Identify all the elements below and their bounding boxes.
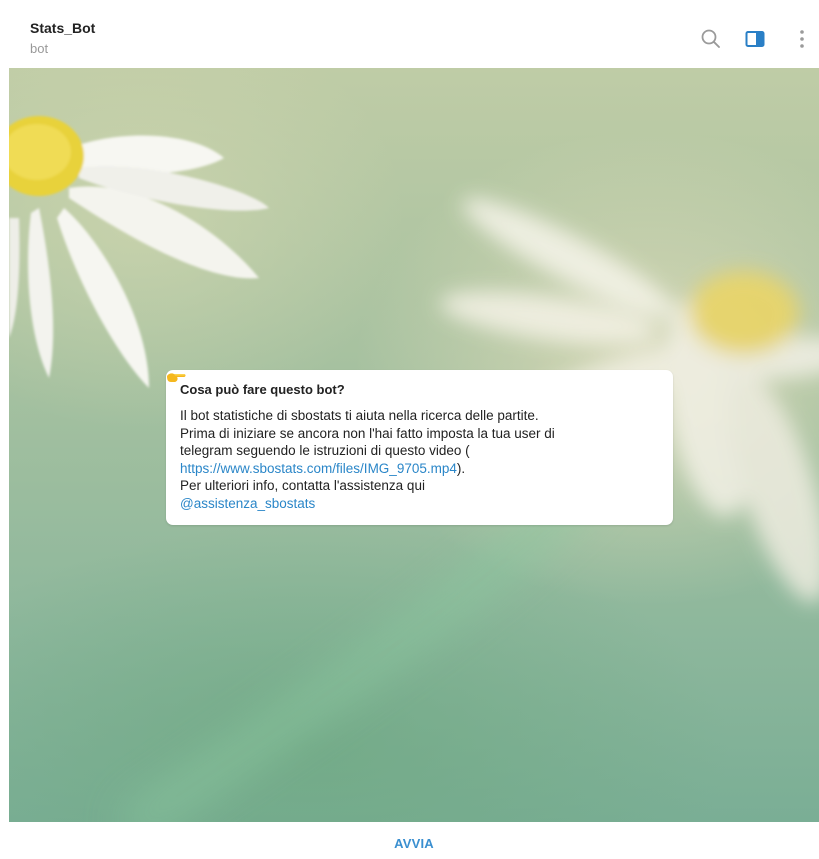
chat-header: Stats_Bot bot: [9, 0, 819, 68]
bot-description-card: Cosa può fare questo bot? Il bot statist…: [166, 370, 673, 525]
chat-subtitle: bot: [30, 41, 49, 56]
side-panel-icon[interactable]: [744, 28, 766, 50]
more-vertical-icon[interactable]: [791, 28, 813, 50]
bot-description-text: Il bot statistiche di sbostats ti aiuta …: [167, 373, 659, 512]
start-button[interactable]: AVVIA: [9, 822, 819, 859]
description-line-1: Il bot statistiche di sbostats ti aiuta …: [180, 408, 539, 423]
bot-description-title: Cosa può fare questo bot?: [180, 382, 345, 397]
chat-background: Cosa può fare questo bot? Il bot statist…: [9, 68, 819, 822]
window-edge: [0, 0, 9, 859]
search-icon[interactable]: [700, 28, 722, 50]
link-suffix: ).: [456, 460, 466, 476]
description-line-2: Prima di iniziare se ancora non l'hai fa…: [180, 425, 555, 441]
chat-title[interactable]: Stats_Bot: [30, 20, 95, 36]
description-line-3: telegram seguendo le istruzioni di quest…: [180, 443, 470, 458]
bottom-bar: AVVIA: [9, 822, 819, 859]
description-line-5: Per ulteriori info, contatta l'assistenz…: [180, 478, 425, 493]
video-link[interactable]: https://www.sbostats.com/files/IMG_9705.…: [180, 461, 457, 476]
assistance-mention-link[interactable]: @assistenza_sbostats: [180, 496, 315, 511]
